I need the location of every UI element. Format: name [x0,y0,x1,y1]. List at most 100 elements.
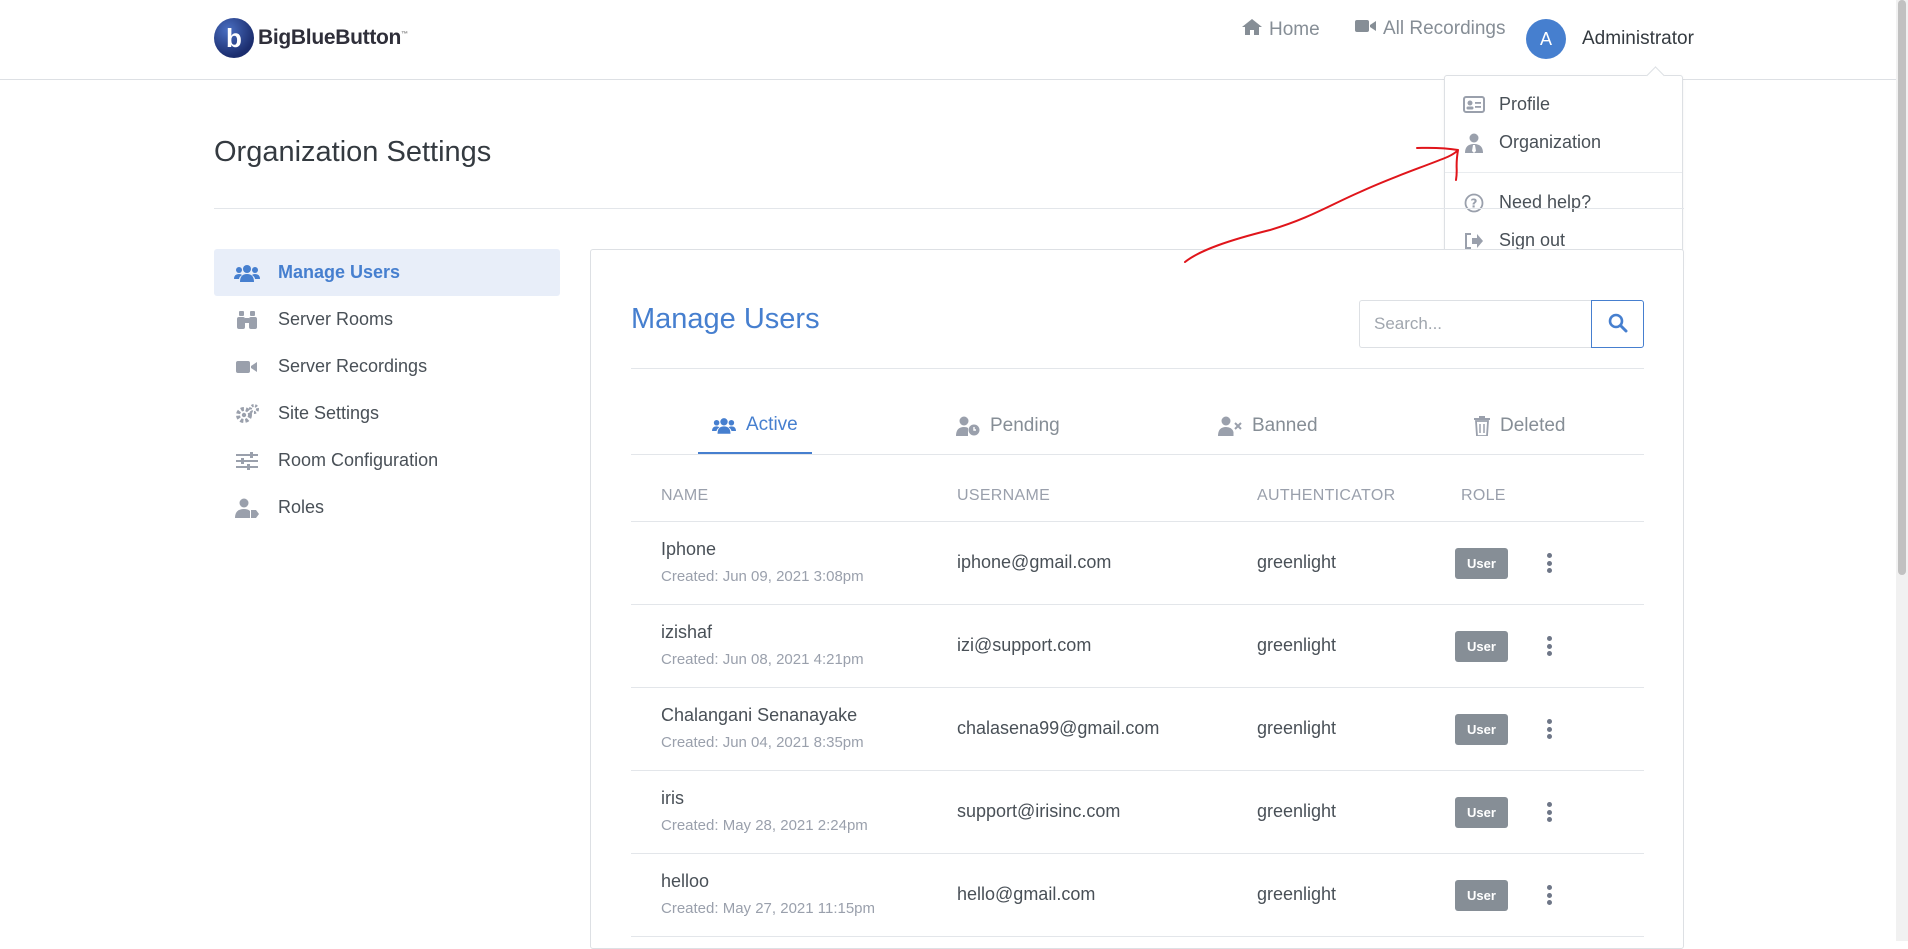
nav-all-recordings-link[interactable]: All Recordings [1355,18,1506,40]
nav-recordings-label: All Recordings [1383,18,1506,39]
dropdown-item-organization[interactable]: Organization [1463,132,1601,153]
table-row: helloo Created: May 27, 2021 11:15pm hel… [631,854,1644,937]
sidebar-item-manage-users[interactable]: Manage Users [214,249,560,296]
nav-home-label: Home [1269,19,1320,40]
user-created-date: Created: Jun 08, 2021 4:21pm [661,651,864,668]
user-name-cell: Iphone [661,539,717,559]
page-title: Organization Settings [214,136,492,168]
user-name: Administrator [1582,28,1694,49]
user-name-cell: helloo [661,871,710,891]
table-row: Iphone Created: Jun 09, 2021 3:08pm ipho… [631,522,1644,605]
table-header: NAME USERNAME AUTHENTICATOR ROLE [631,470,1644,522]
brand-trademark: ™ [401,31,408,38]
search-input[interactable] [1359,300,1591,348]
role-badge: User [1455,631,1508,662]
user-times-icon [1218,416,1242,436]
user-username-cell: chalasena99@gmail.com [957,718,1160,738]
page-scrollbar[interactable] [1896,0,1908,941]
role-badge: User [1455,880,1508,911]
sidebar-label-room-configuration: Room Configuration [278,450,439,470]
column-header-name: NAME [661,487,709,504]
sidebar-label-manage-users: Manage Users [278,262,401,282]
table-row: Chalangani Senanayake Created: Jun 04, 2… [631,688,1644,771]
manage-users-card: Manage Users Active Pending Banned [590,249,1684,949]
users-icon [712,417,736,434]
user-dropdown-menu: Profile Organization ? Need help? Sign o… [1444,75,1683,269]
user-authenticator-cell: greenlight [1257,718,1337,738]
row-actions-menu-icon[interactable] [1542,632,1556,660]
scrollbar-thumb[interactable] [1898,0,1906,575]
brand-logo[interactable]: b BigBlueButton™ [214,18,408,58]
tab-active[interactable]: Active [698,398,812,454]
users-icon [234,264,260,282]
column-header-authenticator: AUTHENTICATOR [1257,487,1396,504]
search-button[interactable] [1591,300,1644,348]
user-username-cell: support@irisinc.com [957,801,1121,821]
search-group [1359,300,1644,348]
column-header-role: ROLE [1461,487,1506,504]
tab-banned[interactable]: Banned [1218,398,1318,454]
user-created-date: Created: May 28, 2021 2:24pm [661,817,868,834]
title-divider [214,208,1684,209]
avatar: A [1526,19,1566,59]
dropdown-item-signout[interactable]: Sign out [1463,230,1565,251]
sidebar-label-roles: Roles [278,497,325,517]
dropdown-signout-label: Sign out [1499,230,1566,250]
user-created-date: Created: May 27, 2021 11:15pm [661,900,876,917]
user-tie-icon [1463,133,1485,153]
tab-deleted-label: Deleted [1500,415,1566,436]
user-authenticator-cell: greenlight [1257,801,1337,821]
dropdown-profile-label: Profile [1499,94,1551,114]
table-row: iris Created: May 28, 2021 2:24pm suppor… [631,771,1644,854]
dropdown-item-help[interactable]: ? Need help? [1463,192,1591,213]
user-created-date: Created: Jun 04, 2021 8:35pm [661,734,864,751]
top-navbar: b BigBlueButton™ Home All Recordings A A… [0,0,1896,80]
column-header-username: USERNAME [957,487,1051,504]
user-tag-icon [234,498,260,518]
sidebar-item-room-configuration[interactable]: Room Configuration [214,437,560,484]
user-username-cell: iphone@gmail.com [957,552,1112,572]
cogs-icon [234,403,260,424]
tab-deleted[interactable]: Deleted [1474,398,1566,454]
table-row: izishaf Created: Jun 08, 2021 4:21pm izi… [631,605,1644,688]
sidebar-label-server-rooms: Server Rooms [278,309,394,329]
dropdown-help-label: Need help? [1499,192,1592,212]
trash-icon [1474,416,1490,436]
tab-pending[interactable]: Pending [956,398,1060,454]
question-circle-icon: ? [1463,193,1485,213]
user-created-date: Created: Jun 09, 2021 3:08pm [661,568,864,585]
bigbluebutton-logo-icon: b [214,18,254,58]
role-badge: User [1455,714,1508,745]
row-actions-menu-icon[interactable] [1542,798,1556,826]
dropdown-organization-label: Organization [1499,132,1602,152]
user-username-cell: izi@support.com [957,635,1092,655]
user-authenticator-cell: greenlight [1257,552,1337,572]
row-actions-menu-icon[interactable] [1542,715,1556,743]
video-icon [234,359,260,375]
row-actions-menu-icon[interactable] [1542,881,1556,909]
dropdown-divider [1445,172,1682,173]
tab-pending-label: Pending [990,415,1060,436]
user-menu-toggle[interactable]: A Administrator [1526,19,1694,59]
id-card-icon [1463,96,1485,113]
sliders-icon [234,451,260,470]
tab-active-label: Active [746,414,798,435]
dropdown-item-profile[interactable]: Profile [1463,94,1550,115]
user-username-cell: hello@gmail.com [957,884,1096,904]
sidebar-item-roles[interactable]: Roles [214,484,560,531]
user-authenticator-cell: greenlight [1257,884,1337,904]
settings-sidebar: Manage Users Server Rooms Server Recordi… [214,249,560,531]
sidebar-label-site-settings: Site Settings [278,403,380,423]
user-name-cell: Chalangani Senanayake [661,705,858,725]
user-status-tabs: Active Pending Banned Deleted [631,398,1644,454]
search-icon [1608,313,1628,336]
role-badge: User [1455,548,1508,579]
sidebar-item-site-settings[interactable]: Site Settings [214,390,560,437]
user-clock-icon [956,416,980,436]
row-actions-menu-icon[interactable] [1542,549,1556,577]
card-title-divider [631,368,1644,369]
sidebar-item-server-recordings[interactable]: Server Recordings [214,343,560,390]
sidebar-item-server-rooms[interactable]: Server Rooms [214,296,560,343]
nav-home-link[interactable]: Home [1241,18,1320,42]
tabs-divider [631,454,1644,455]
